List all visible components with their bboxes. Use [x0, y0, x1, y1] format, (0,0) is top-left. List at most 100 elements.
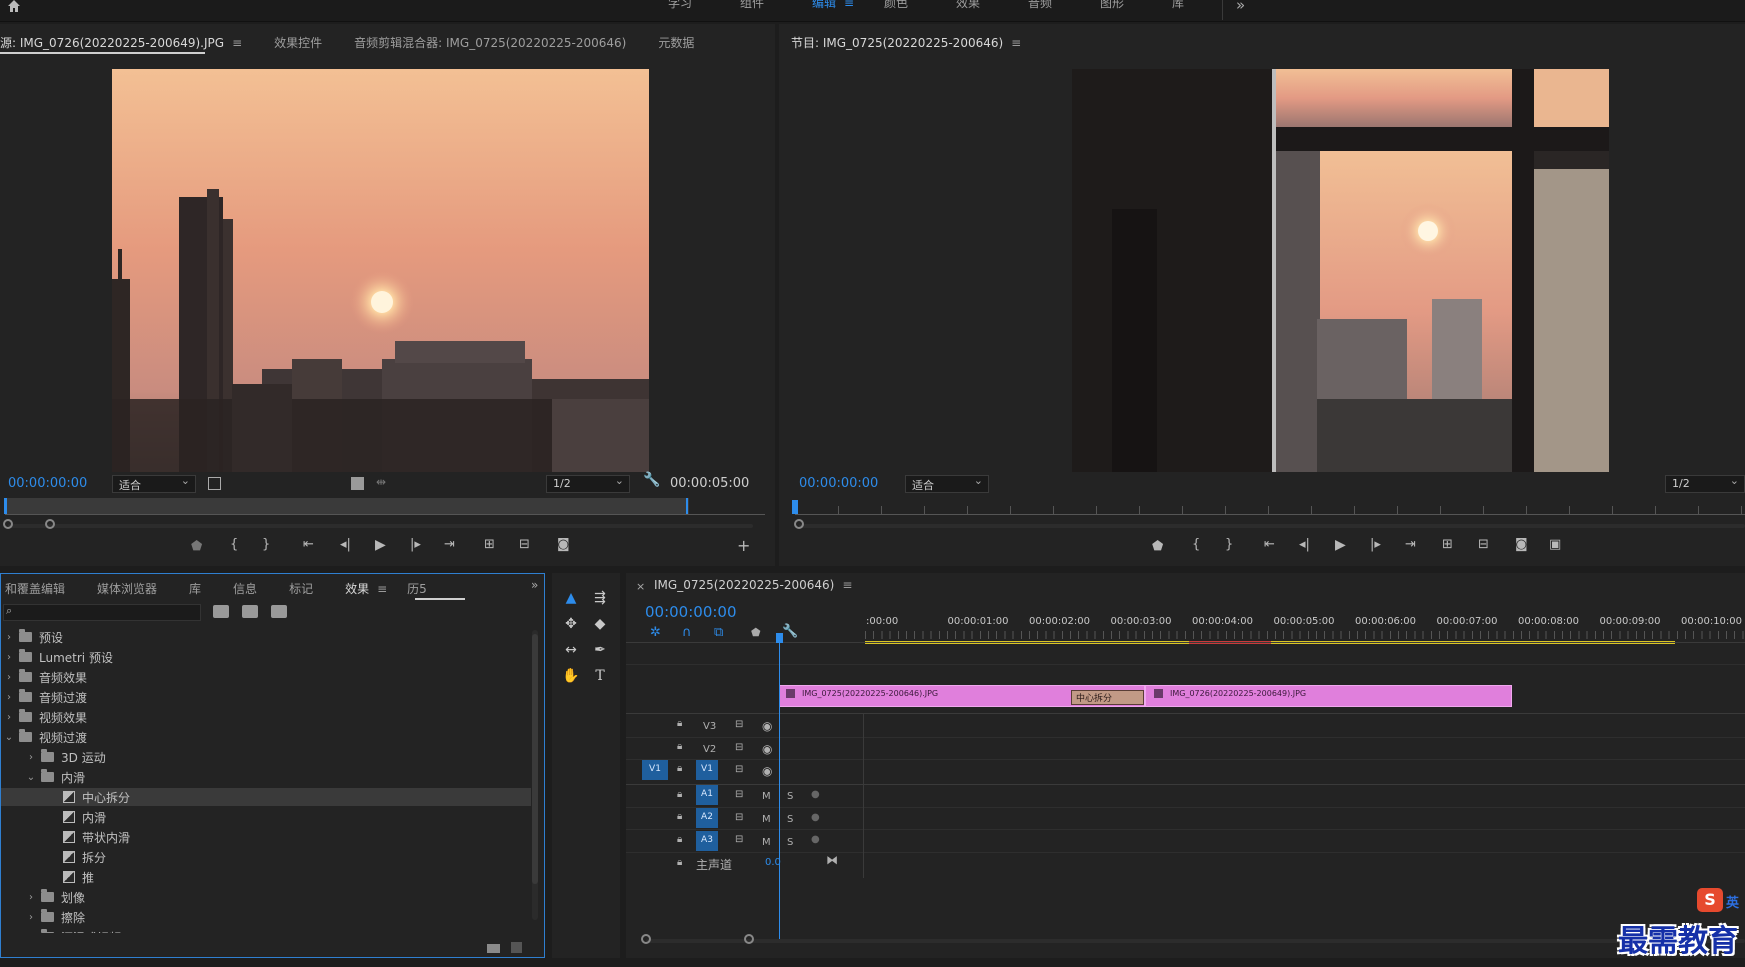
effects-folder[interactable]: ⌄ 视频过渡 — [1, 728, 531, 746]
insert-nested-icon[interactable]: ✲ — [650, 625, 661, 640]
timeline-scroll-handle-left[interactable] — [641, 934, 651, 944]
clip-img-0726[interactable]: IMG_0726(20220225-200649).JPG — [1145, 685, 1512, 707]
compare-icon[interactable]: ▣ — [1549, 537, 1561, 552]
source-timecode-in[interactable]: 00:00:00:00 — [8, 476, 87, 491]
drag-audio-icon[interactable]: ⇹ — [376, 475, 386, 489]
sequence-tab[interactable]: IMG_0725(20220225-200646) ≡ — [654, 578, 852, 592]
sync-lock-icon[interactable]: ⊟ — [735, 764, 743, 775]
chevron-right-icon[interactable]: › — [25, 892, 37, 903]
step-back-icon[interactable]: ◂| — [340, 537, 351, 552]
type-tool-icon[interactable]: T — [589, 665, 611, 687]
workspace-tab-editing[interactable]: 编辑 ≡ — [796, 0, 868, 14]
track-target-a3[interactable]: A3 — [696, 831, 718, 851]
menu-icon[interactable]: ≡ — [844, 0, 854, 10]
drag-video-icon[interactable] — [351, 477, 364, 490]
eye-icon[interactable]: ◉ — [762, 764, 772, 778]
solo-button[interactable]: S — [787, 837, 793, 848]
effects-folder[interactable]: › 音频过渡 — [1, 688, 531, 706]
workspace-tab-color[interactable]: 颜色 — [868, 0, 940, 14]
chevron-right-icon[interactable]: › — [25, 912, 37, 923]
mark-in-icon[interactable]: { — [1192, 537, 1200, 552]
chevron-right-icon[interactable]: › — [25, 752, 37, 763]
sync-lock-icon[interactable]: ⊟ — [735, 742, 743, 753]
lock-icon[interactable]: 🔒︎ — [677, 741, 682, 752]
effects-folder[interactable]: › 音频效果 — [1, 668, 531, 686]
tab-effects[interactable]: 效果 ≡ — [329, 580, 403, 597]
timeline-horizontal-scrollbar[interactable] — [646, 939, 1745, 943]
step-forward-icon[interactable]: |▸ — [410, 537, 421, 552]
source-playhead[interactable] — [4, 498, 7, 514]
effects-folder[interactable]: › 3D 运动 — [1, 748, 531, 766]
chevron-right-icon[interactable]: › — [3, 712, 15, 723]
source-patch-v1[interactable]: V1 — [642, 760, 668, 780]
mute-button[interactable]: M — [762, 814, 771, 825]
sync-lock-icon[interactable]: ⊟ — [735, 834, 743, 845]
program-video-frame[interactable] — [1072, 69, 1609, 472]
new-bin-icon[interactable] — [487, 944, 500, 953]
mark-in-icon[interactable]: { — [230, 537, 238, 552]
fit-icon[interactable] — [208, 477, 221, 490]
menu-icon[interactable]: ≡ — [377, 582, 387, 596]
eye-icon[interactable]: ◉ — [762, 719, 772, 733]
workspace-tab-learn[interactable]: 学习 — [652, 0, 724, 14]
program-resolution-select[interactable]: 1/2 — [1665, 474, 1745, 493]
effects-folder[interactable]: › 沉浸式视频 — [1, 928, 531, 933]
step-forward-icon[interactable]: |▸ — [1370, 537, 1381, 552]
effects-folder[interactable]: › 擦除 — [1, 908, 531, 926]
tab-libraries[interactable]: 库 — [173, 580, 217, 597]
chevron-down-icon[interactable]: ⌄ — [25, 772, 37, 783]
lock-icon[interactable]: 🔒︎ — [677, 857, 682, 868]
effects-folder[interactable]: › 划像 — [1, 888, 531, 906]
lock-icon[interactable]: 🔒︎ — [677, 718, 682, 729]
program-zoom-bar[interactable] — [799, 524, 1745, 528]
yuv-effects-icon[interactable] — [271, 605, 287, 618]
source-zoom-select[interactable]: 适合 — [112, 474, 196, 493]
solo-button[interactable]: S — [787, 814, 793, 825]
wrench-icon[interactable]: 🔧 — [643, 472, 660, 488]
effects-item[interactable]: 中心拆分 — [1, 788, 531, 806]
menu-icon[interactable]: ≡ — [842, 578, 852, 592]
sync-lock-icon[interactable]: ⊟ — [735, 719, 743, 730]
tab-overwrite-edit[interactable]: 和覆盖编辑 — [1, 580, 81, 597]
lock-icon[interactable]: 🔒︎ — [677, 789, 682, 800]
overwrite-icon[interactable]: ⊟ — [519, 537, 530, 552]
mute-button[interactable]: M — [762, 837, 771, 848]
microphone-icon[interactable]: ● — [811, 812, 820, 823]
effects-more-icon[interactable]: » — [531, 578, 538, 592]
source-zoom-handle-right[interactable] — [45, 519, 55, 529]
timeline-timecode[interactable]: 00:00:00:00 — [645, 603, 737, 621]
pen-tool-icon[interactable]: ✒ — [589, 639, 611, 661]
chevron-right-icon[interactable]: › — [25, 932, 37, 934]
go-to-out-icon[interactable]: ⇥ — [444, 537, 455, 552]
source-resolution-select[interactable]: 1/2 — [546, 474, 630, 493]
extract-icon[interactable]: ⊟ — [1478, 537, 1489, 552]
close-icon[interactable]: × — [636, 580, 645, 593]
menu-icon[interactable]: ≡ — [232, 36, 242, 50]
chevron-down-icon[interactable]: ⌄ — [3, 732, 15, 743]
timeline-settings-icon[interactable]: 🔧 — [782, 624, 798, 639]
lock-icon[interactable]: 🔒︎ — [677, 763, 682, 774]
effects-item[interactable]: 拆分 — [1, 848, 531, 866]
chevron-right-icon[interactable]: › — [3, 652, 15, 663]
effects-folder[interactable]: › 视频效果 — [1, 708, 531, 726]
selection-tool-icon[interactable]: ▲ — [560, 587, 582, 609]
go-to-end-icon[interactable]: ⧓ — [826, 853, 838, 867]
hand-tool-icon[interactable]: ✋ — [560, 665, 582, 687]
ripple-edit-tool-icon[interactable]: ✥ — [560, 613, 582, 635]
chevron-right-icon[interactable]: › — [3, 672, 15, 683]
track-target-a2[interactable]: A2 — [696, 808, 718, 828]
program-zoom-handle[interactable] — [794, 519, 804, 529]
tab-effect-controls[interactable]: 效果控件 — [258, 34, 338, 51]
menu-icon[interactable]: ≡ — [1011, 36, 1021, 50]
add-marker-icon[interactable]: ⬟ — [751, 626, 761, 639]
tab-audio-clip-mixer[interactable]: 音频剪辑混合器: IMG_0725(20220225-200646) — [338, 34, 642, 51]
slip-tool-icon[interactable]: ↔ — [560, 639, 582, 661]
source-zoom-bar[interactable] — [8, 524, 753, 528]
solo-button[interactable]: S — [787, 791, 793, 802]
workspace-tab-graphics[interactable]: 图形 — [1084, 0, 1156, 14]
step-back-icon[interactable]: ◂| — [1299, 537, 1310, 552]
effects-item[interactable]: 内滑 — [1, 808, 531, 826]
add-marker-icon[interactable]: ⬟ — [1152, 539, 1163, 554]
workspace-tab-audio[interactable]: 音频 — [1012, 0, 1084, 14]
effects-scrollbar-thumb[interactable] — [532, 634, 538, 884]
